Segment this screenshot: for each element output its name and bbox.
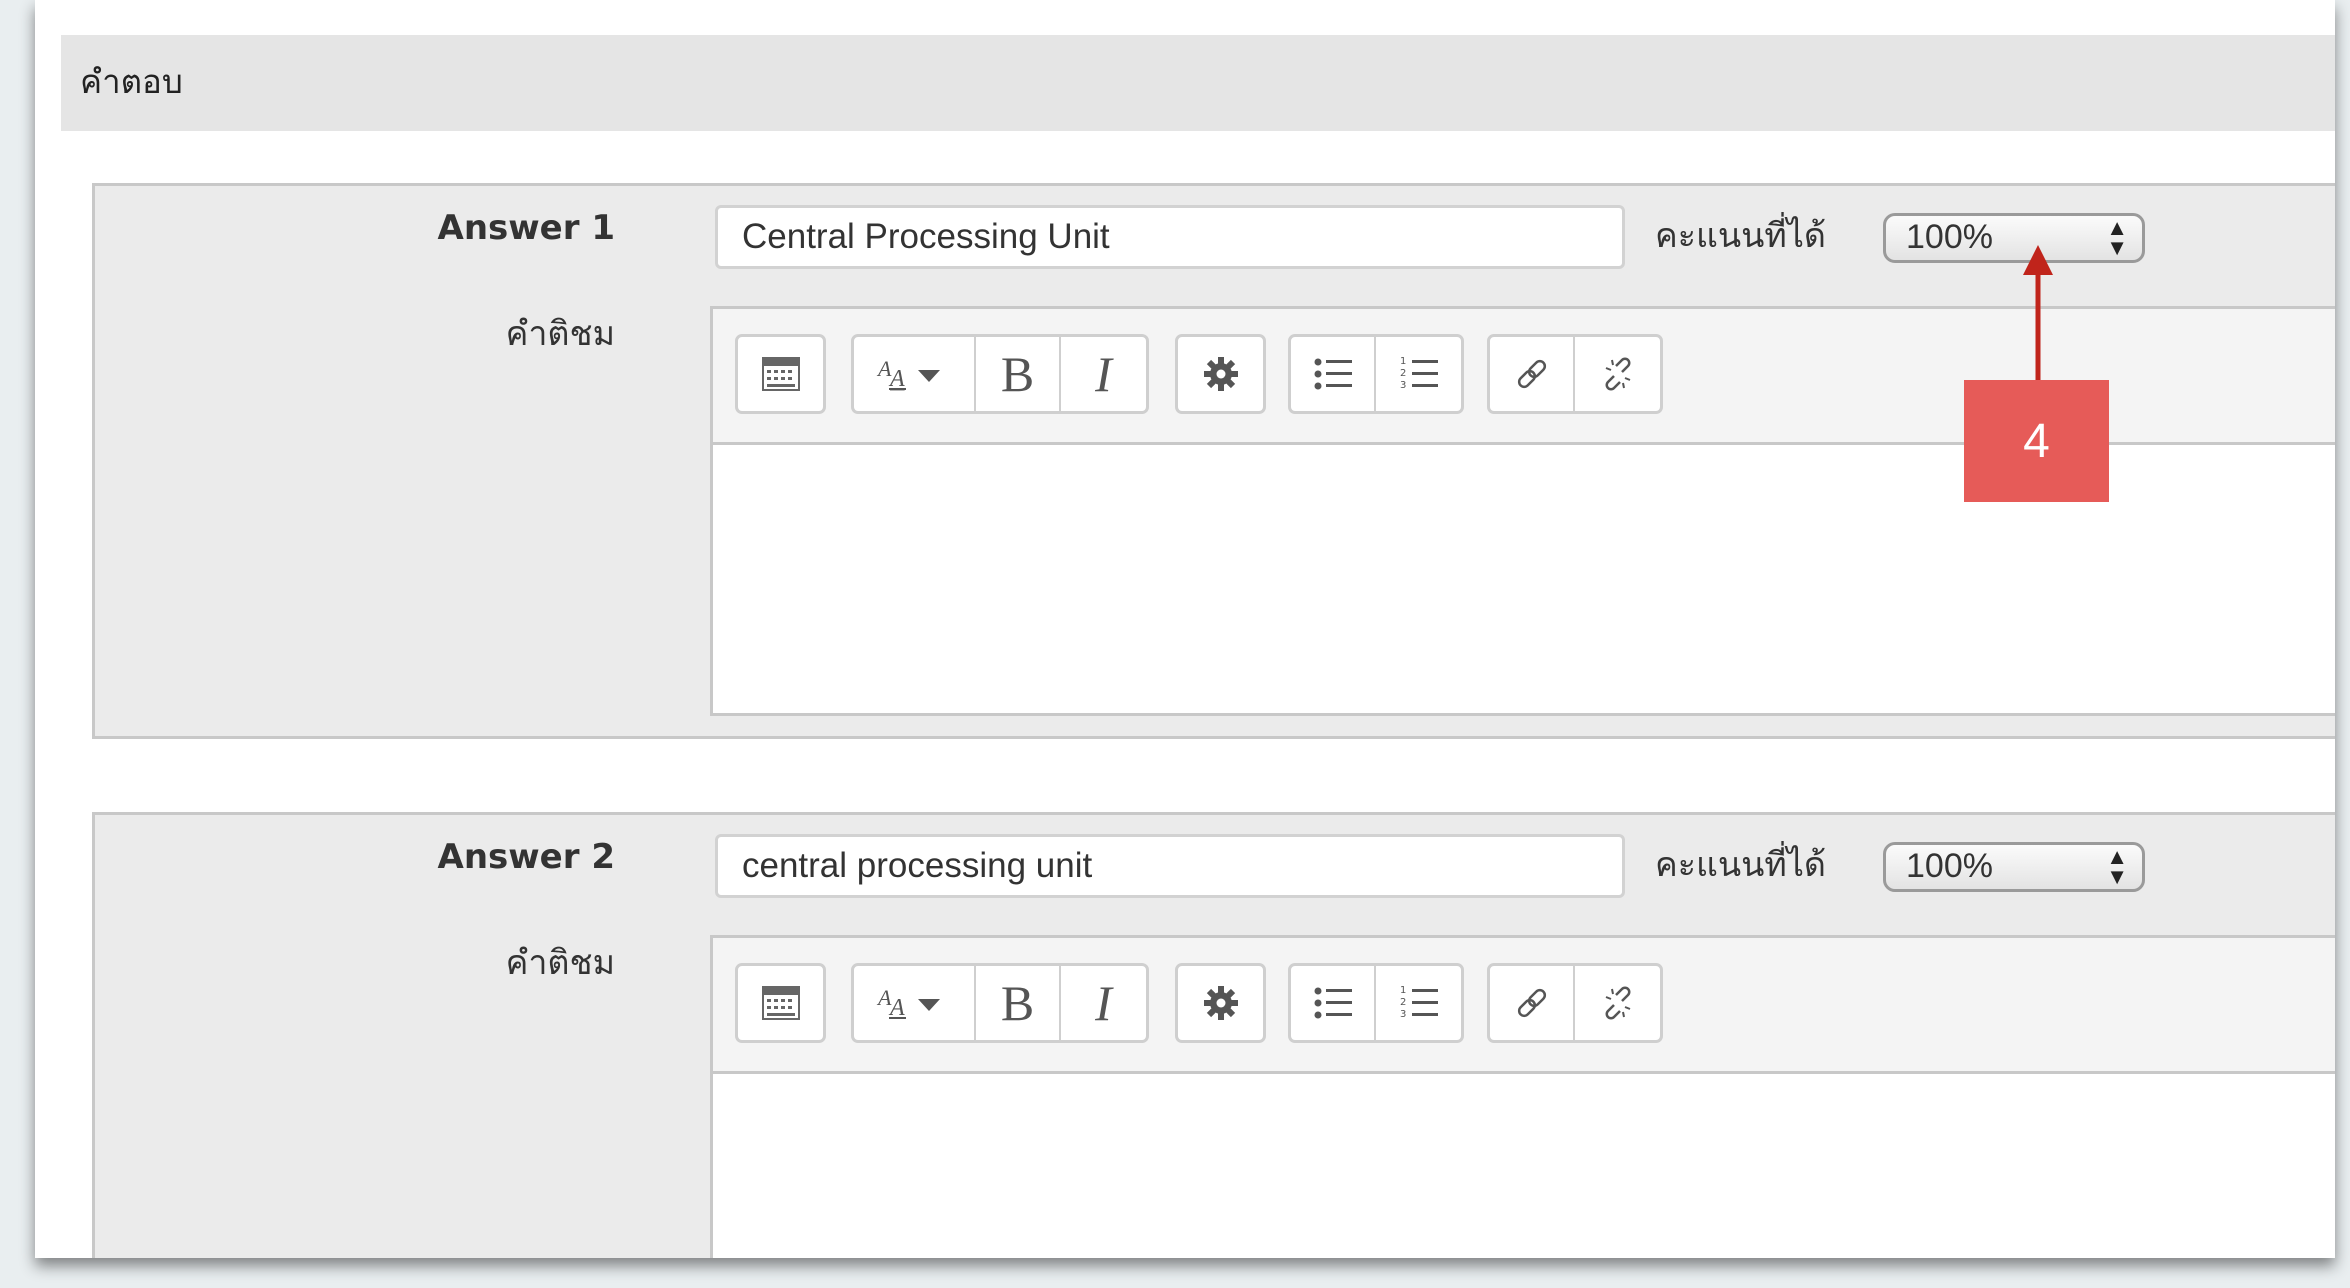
editor-toolbar: A A B I 1 2 3 [713,938,2335,1074]
numbered-list-button[interactable]: 123 [1376,966,1461,1040]
answer-label: Answer 2 [437,837,616,877]
feedback-editor[interactable]: A A B I 1 2 3 [710,306,2335,716]
answer-text-input[interactable]: central processing unit [715,834,1625,898]
svg-text:2: 2 [1400,368,1406,379]
font-style-icon: A A [876,356,940,392]
svg-text:2: 2 [1400,997,1406,1008]
toolbar-group-settings [1175,334,1266,414]
callout-number-badge: 4 [1964,380,2109,502]
answer-label: Answer 1 [437,208,616,248]
bold-button[interactable]: B [976,966,1061,1040]
link-button[interactable] [1490,337,1575,411]
toolbar-group-settings [1175,963,1266,1043]
unlink-icon [1605,357,1630,391]
numbered-list-icon: 123 [1400,356,1438,391]
feedback-text-area[interactable] [713,1074,2335,1258]
bullet-list-button[interactable] [1291,966,1376,1040]
toolbar-group-lists: 123 [1288,963,1464,1043]
italic-icon: I [1095,975,1112,1031]
svg-text:3: 3 [1400,1009,1406,1020]
svg-text:1: 1 [1400,985,1406,996]
font-style-icon: A A [876,985,940,1021]
answer-block-2: Answer 2 central processing unit คะแนนที… [92,812,2335,1258]
font-style-button[interactable]: A A [854,337,976,411]
bold-icon: B [1000,346,1035,402]
toolbar-group-links [1487,963,1663,1043]
toolbar-toggle-icon [761,357,800,391]
link-button[interactable] [1490,966,1575,1040]
toolbar-group-links [1487,334,1663,414]
bold-button[interactable]: B [976,337,1061,411]
section-title: คำตอบ [80,62,183,101]
grade-select[interactable]: 100% ▲ ▼ [1883,213,2145,263]
bullet-list-icon [1314,987,1352,1019]
link-icon [1517,359,1546,389]
toolbar-toggle-button[interactable] [738,337,823,411]
toolbar-toggle-button[interactable] [738,966,823,1040]
toolbar-toggle-icon [761,986,800,1020]
toolbar-group-collapse [735,963,826,1043]
callout-arrow-icon [2023,245,2053,385]
grade-label: คะแนนที่ได้ [1655,845,1826,885]
settings-button[interactable] [1178,337,1263,411]
grade-select-value: 100% [1906,847,1993,885]
toolbar-group-lists: 123 [1288,334,1464,414]
toolbar-group-format: A A B I [851,334,1149,414]
unlink-button[interactable] [1575,337,1660,411]
feedback-label: คำติชม [505,314,615,354]
bullet-list-icon [1314,358,1352,390]
grade-select[interactable]: 100% ▲ ▼ [1883,842,2145,892]
feedback-label: คำติชม [505,943,615,983]
unlink-button[interactable] [1575,966,1660,1040]
toolbar-group-format: A A B I [851,963,1149,1043]
bold-icon: B [1000,975,1035,1031]
answer-text-input[interactable]: Central Processing Unit [715,205,1625,269]
settings-gear-icon [1203,986,1238,1020]
feedback-editor[interactable]: A A B I 1 2 3 [710,935,2335,1258]
numbered-list-button[interactable]: 123 [1376,337,1461,411]
link-icon [1517,988,1546,1018]
bullet-list-button[interactable] [1291,337,1376,411]
select-arrows-icon: ▲ ▼ [2106,215,2128,260]
unlink-icon [1605,986,1630,1020]
toolbar-group-collapse [735,334,826,414]
settings-button[interactable] [1178,966,1263,1040]
select-arrows-icon: ▲ ▼ [2106,844,2128,889]
font-style-button[interactable]: A A [854,966,976,1040]
answers-section-header[interactable]: คำตอบ [61,35,2335,131]
italic-button[interactable]: I [1061,337,1146,411]
grade-select-value: 100% [1906,218,1993,256]
numbered-list-icon: 123 [1400,985,1438,1020]
svg-text:1: 1 [1400,356,1406,367]
italic-button[interactable]: I [1061,966,1146,1040]
grade-label: คะแนนที่ได้ [1655,216,1826,256]
svg-text:3: 3 [1400,380,1406,391]
question-editor-screenshot: คำตอบ Answer 1 Central Processing Unit ค… [35,0,2335,1258]
italic-icon: I [1095,346,1112,402]
settings-gear-icon [1203,357,1238,391]
